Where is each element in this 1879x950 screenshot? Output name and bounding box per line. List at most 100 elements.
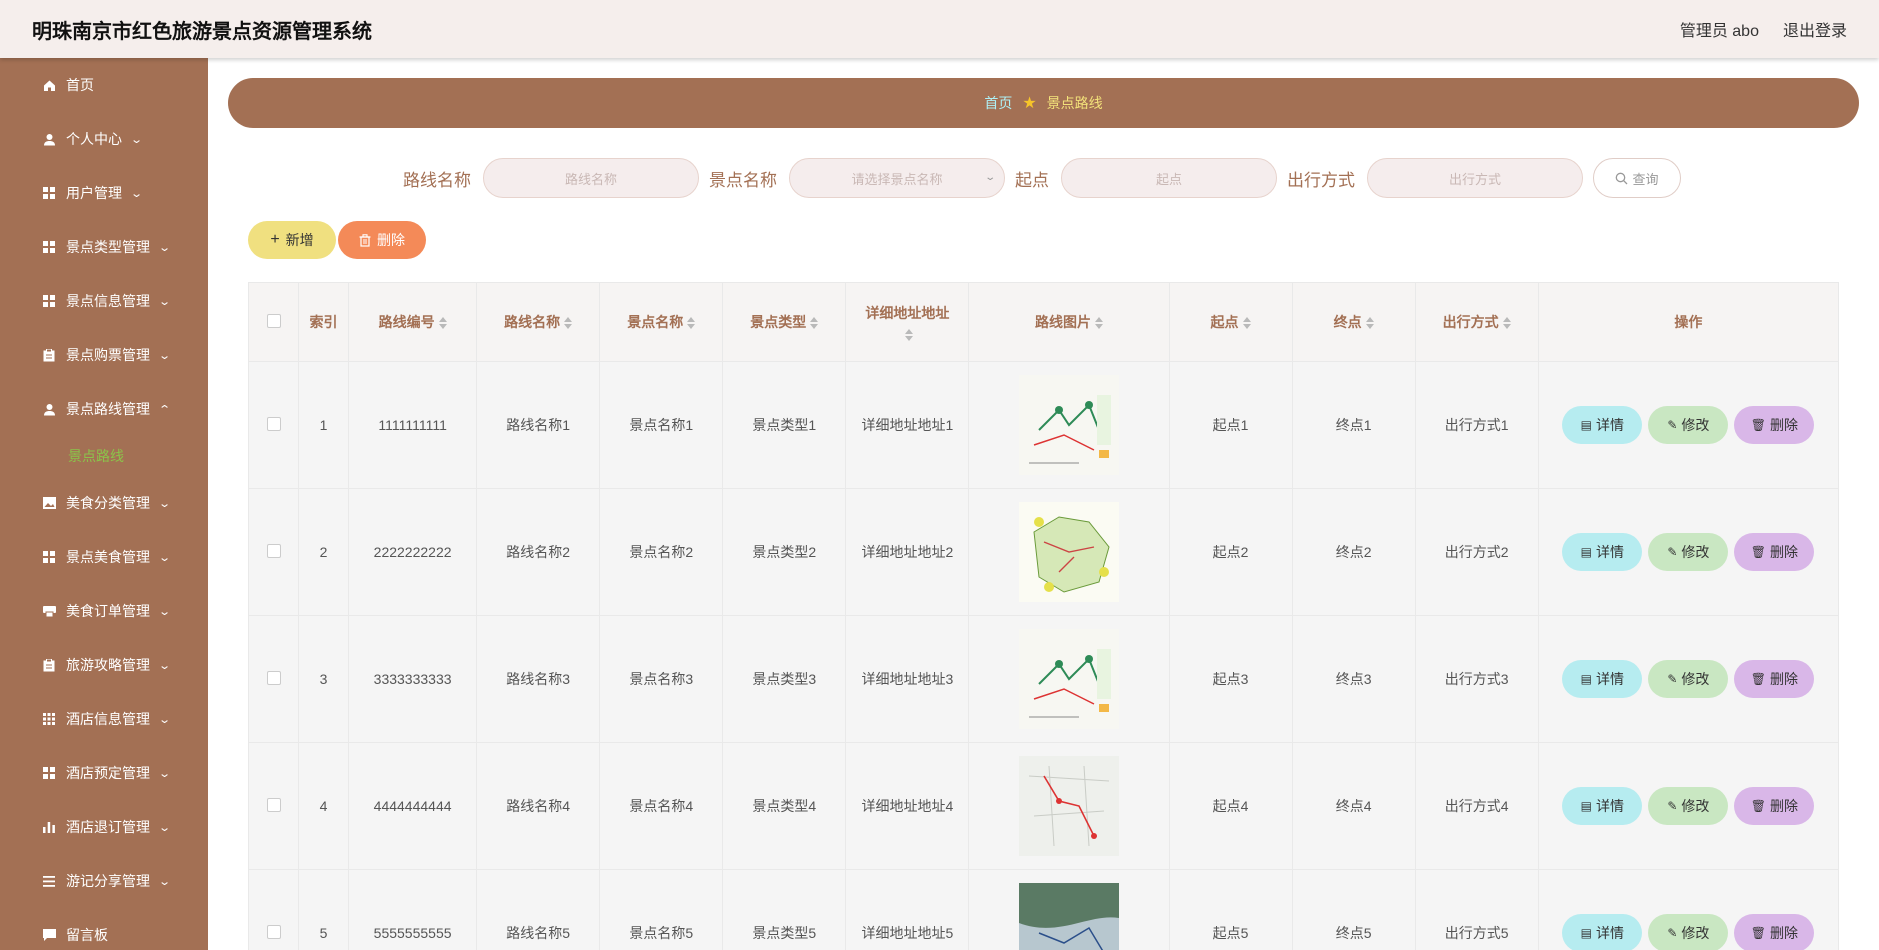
sidebar-item-5[interactable]: 景点购票管理 ⌄ bbox=[0, 328, 208, 382]
row-checkbox[interactable] bbox=[266, 416, 281, 431]
sidebar-item-2[interactable]: 用户管理 ⌄ bbox=[0, 166, 208, 220]
trash-icon: 🗑 bbox=[1750, 672, 1766, 686]
edit-button[interactable]: ✎ 修改 bbox=[1648, 787, 1729, 825]
query-label: 查询 bbox=[1632, 171, 1659, 187]
col-spot-name[interactable]: 景点名称 bbox=[599, 282, 724, 362]
sort-icon[interactable] bbox=[1502, 317, 1511, 330]
detail-button[interactable]: ▤ 详情 bbox=[1562, 914, 1643, 950]
sort-icon[interactable] bbox=[810, 317, 819, 330]
sort-icon[interactable] bbox=[687, 317, 696, 330]
sidebar-item-3[interactable]: 景点类型管理 ⌄ bbox=[0, 220, 208, 274]
route-map-image[interactable] bbox=[1018, 883, 1119, 950]
row-checkbox[interactable] bbox=[266, 670, 281, 685]
batch-delete-button[interactable]: 删除 bbox=[338, 221, 426, 259]
grid-icon bbox=[42, 294, 56, 308]
col-route-name-label: 路线名称 bbox=[504, 314, 561, 330]
delete-button[interactable]: 🗑 删除 bbox=[1734, 914, 1815, 950]
sidebar-item-4[interactable]: 景点信息管理 ⌄ bbox=[0, 274, 208, 328]
detail-button[interactable]: ▤ 详情 bbox=[1562, 660, 1643, 698]
col-travel[interactable]: 出行方式 bbox=[1414, 282, 1539, 362]
spot-name-select[interactable]: 请选择景点名称 ⌄ bbox=[789, 158, 1005, 198]
sidebar-item-9[interactable]: 美食订单管理 ⌄ bbox=[0, 584, 208, 638]
sort-icon[interactable] bbox=[1365, 317, 1374, 330]
sidebar-item-label: 用户管理 bbox=[66, 185, 122, 201]
sidebar-item-12[interactable]: 酒店预定管理 ⌄ bbox=[0, 746, 208, 800]
col-image[interactable]: 路线图片 bbox=[968, 282, 1170, 362]
query-button[interactable]: 查询 bbox=[1593, 158, 1681, 198]
cell-travel: 出行方式2 bbox=[1414, 488, 1539, 616]
row-select-cell bbox=[247, 742, 300, 870]
cell-route-code: 1111111111 bbox=[348, 361, 478, 489]
sidebar-item-8[interactable]: 景点美食管理 ⌄ bbox=[0, 530, 208, 584]
grid-icon bbox=[42, 550, 56, 564]
current-user[interactable]: 管理员 abo bbox=[1680, 17, 1759, 41]
chevron-down-icon: ⌄ bbox=[983, 172, 996, 183]
sidebar-item-label: 美食分类管理 bbox=[66, 495, 150, 511]
sidebar-item-15[interactable]: 留言板 bbox=[0, 908, 208, 950]
cell-spot-type: 景点类型5 bbox=[722, 869, 847, 950]
sidebar-item-1[interactable]: 个人中心 ⌄ bbox=[0, 112, 208, 166]
sort-icon[interactable] bbox=[438, 317, 447, 330]
route-map-image[interactable] bbox=[1018, 629, 1119, 729]
cell-address: 详细地址地址2 bbox=[845, 488, 970, 616]
logout-link[interactable]: 退出登录 bbox=[1783, 17, 1847, 41]
sidebar-item-7[interactable]: 美食分类管理 ⌄ bbox=[0, 476, 208, 530]
sidebar-item-6[interactable]: 景点路线管理 ⌃ bbox=[0, 382, 208, 436]
detail-button[interactable]: ▤ 详情 bbox=[1562, 787, 1643, 825]
sort-icon[interactable] bbox=[905, 329, 914, 342]
col-spot-type[interactable]: 景点类型 bbox=[722, 282, 847, 362]
route-map-image[interactable] bbox=[1018, 756, 1119, 856]
col-address[interactable]: 详细地址地址 bbox=[845, 282, 970, 362]
sidebar-item-11[interactable]: 酒店信息管理 ⌄ bbox=[0, 692, 208, 746]
sort-icon[interactable] bbox=[1094, 317, 1103, 330]
detail-button[interactable]: ▤ 详情 bbox=[1562, 533, 1643, 571]
select-all-checkbox[interactable] bbox=[266, 313, 281, 328]
row-checkbox[interactable] bbox=[266, 797, 281, 812]
sidebar-subitem-route[interactable]: 景点路线 bbox=[0, 436, 208, 476]
col-actions: 操作 bbox=[1537, 282, 1840, 362]
delete-button[interactable]: 🗑 删除 bbox=[1734, 533, 1815, 571]
sidebar-item-14[interactable]: 游记分享管理 ⌄ bbox=[0, 854, 208, 908]
delete-label: 删除 bbox=[1769, 798, 1798, 814]
table-row: 5 5555555555 路线名称5 景点名称5 景点类型5 详细地址地址5 起点5 终点5 出… bbox=[247, 869, 1840, 950]
sidebar-item-label: 酒店退订管理 bbox=[66, 819, 150, 835]
delete-button[interactable]: 🗑 删除 bbox=[1734, 787, 1815, 825]
breadcrumb-home[interactable]: 首页 bbox=[984, 93, 1012, 113]
edit-button[interactable]: ✎ 修改 bbox=[1648, 406, 1729, 444]
sidebar-item-13[interactable]: 酒店退订管理 ⌄ bbox=[0, 800, 208, 854]
delete-label: 删除 bbox=[1769, 417, 1798, 433]
col-start[interactable]: 起点 bbox=[1168, 282, 1293, 362]
start-label: 起点 bbox=[1015, 170, 1049, 190]
star-icon: ★ bbox=[1022, 95, 1037, 112]
col-route-code[interactable]: 路线编号 bbox=[348, 282, 478, 362]
cell-spot-type: 景点类型3 bbox=[722, 615, 847, 743]
row-select-cell bbox=[247, 869, 300, 950]
cell-spot-name: 景点名称4 bbox=[599, 742, 724, 870]
edit-button[interactable]: ✎ 修改 bbox=[1648, 914, 1729, 950]
cell-image bbox=[968, 488, 1170, 616]
route-name-input[interactable]: 路线名称 bbox=[483, 158, 699, 198]
col-end[interactable]: 终点 bbox=[1291, 282, 1416, 362]
col-index: 索引 bbox=[298, 282, 350, 362]
detail-button[interactable]: ▤ 详情 bbox=[1562, 406, 1643, 444]
delete-button[interactable]: 🗑 删除 bbox=[1734, 660, 1815, 698]
row-checkbox[interactable] bbox=[266, 543, 281, 558]
sort-icon[interactable] bbox=[564, 317, 573, 330]
row-checkbox[interactable] bbox=[266, 924, 281, 939]
trash-icon: 🗑 bbox=[1750, 545, 1766, 559]
travel-input[interactable]: 出行方式 bbox=[1367, 158, 1583, 198]
delete-button[interactable]: 🗑 删除 bbox=[1734, 406, 1815, 444]
cell-index: 5 bbox=[298, 869, 350, 950]
sidebar-item-0[interactable]: 首页 bbox=[0, 58, 208, 112]
sidebar-item-10[interactable]: 旅游攻略管理 ⌄ bbox=[0, 638, 208, 692]
edit-button[interactable]: ✎ 修改 bbox=[1648, 660, 1729, 698]
route-map-image[interactable] bbox=[1018, 375, 1119, 475]
route-map-image[interactable] bbox=[1018, 502, 1119, 602]
sort-icon[interactable] bbox=[1242, 317, 1251, 330]
pencil-icon: ✎ bbox=[1667, 926, 1678, 940]
col-route-name[interactable]: 路线名称 bbox=[476, 282, 601, 362]
add-button[interactable]: + 新增 bbox=[248, 221, 336, 259]
edit-button[interactable]: ✎ 修改 bbox=[1648, 533, 1729, 571]
start-input[interactable]: 起点 bbox=[1061, 158, 1277, 198]
cell-index: 1 bbox=[298, 361, 350, 489]
